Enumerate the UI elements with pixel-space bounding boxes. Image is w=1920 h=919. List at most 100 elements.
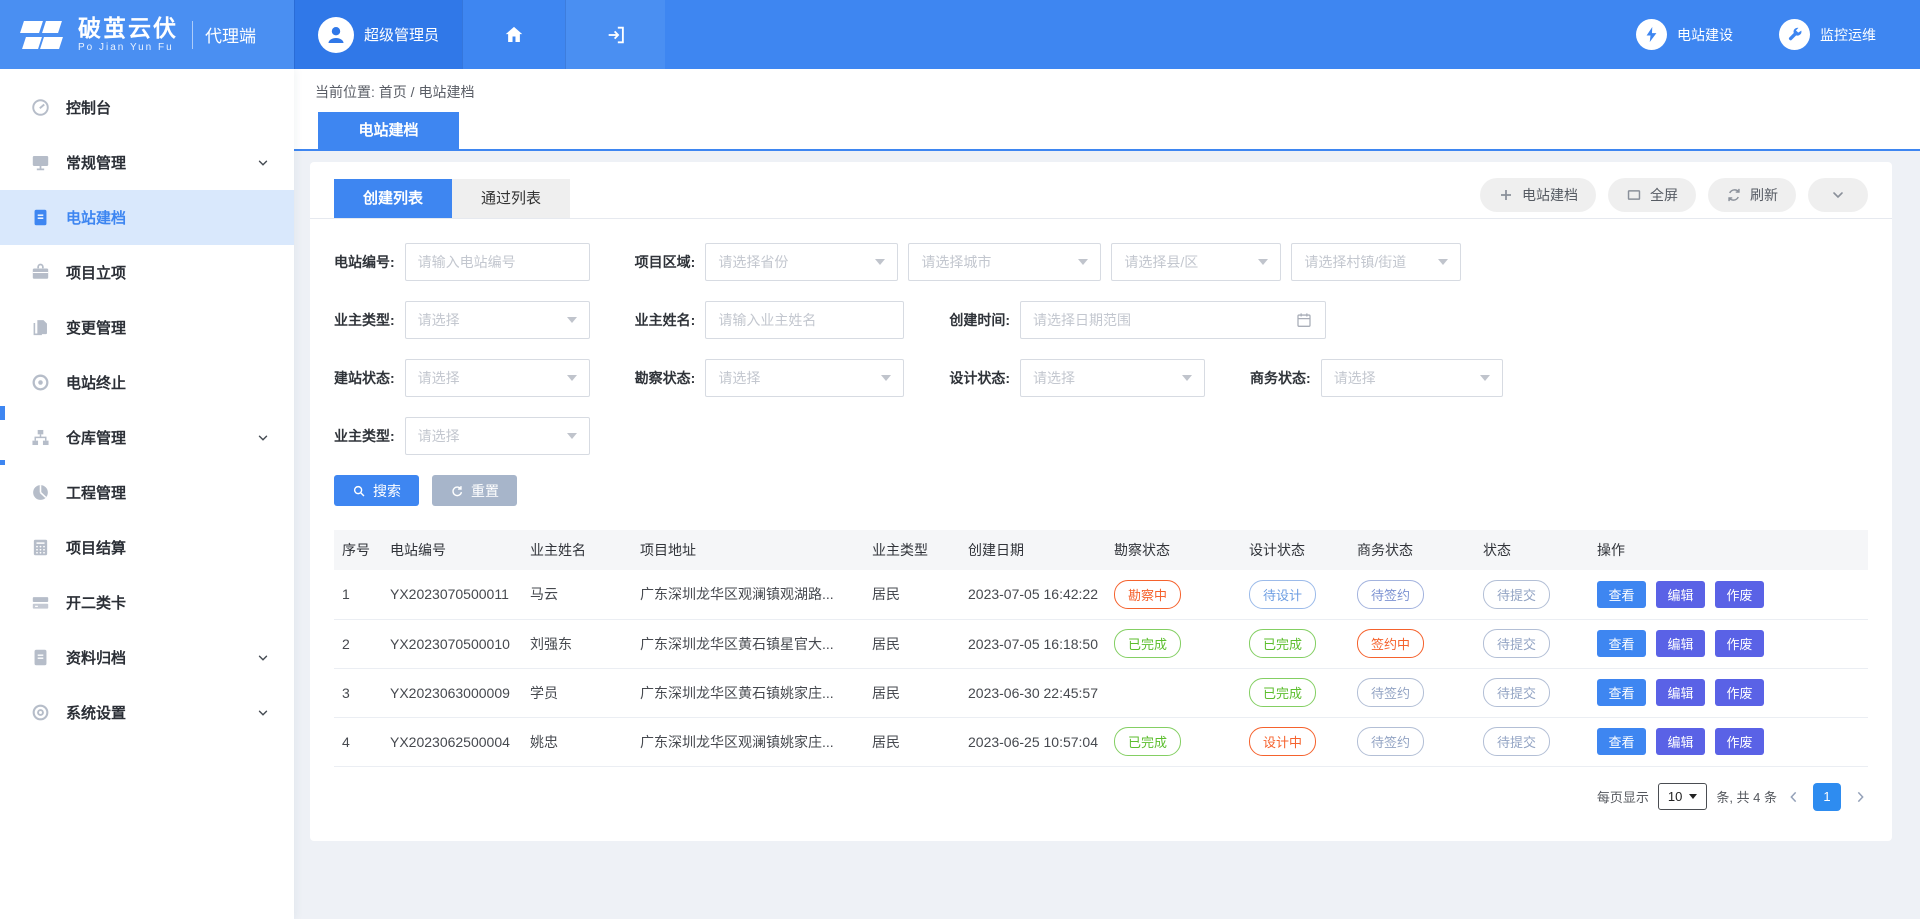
caret-down-icon [1438, 259, 1448, 265]
fullscreen-button[interactable]: 全屏 [1608, 178, 1696, 212]
edit-button[interactable]: 编辑 [1656, 581, 1705, 608]
owner-type2-select[interactable]: 请选择 [405, 417, 590, 455]
header-nav-lightning[interactable]: 电站建设 [1636, 19, 1733, 50]
placeholder-text: 请选择 [718, 368, 873, 388]
edit-button[interactable]: 编辑 [1656, 728, 1705, 755]
caret-down-icon [1480, 375, 1490, 381]
refresh-button[interactable]: 刷新 [1708, 178, 1796, 212]
search-button[interactable]: 搜索 [334, 475, 419, 506]
user-name: 超级管理员 [364, 24, 439, 45]
edit-button[interactable]: 编辑 [1656, 630, 1705, 657]
void-button[interactable]: 作废 [1715, 630, 1764, 657]
void-button[interactable]: 作废 [1715, 728, 1764, 755]
owner-type-select[interactable]: 请选择 [405, 301, 590, 339]
table-wrap: 序号电站编号业主姓名项目地址业主类型创建日期勘察状态设计状态商务状态状态操作1Y… [310, 506, 1892, 767]
home-button[interactable] [462, 0, 565, 69]
sidebar-item-general-mgmt[interactable]: 常规管理 [0, 135, 294, 190]
filter-label: 项目区域: [635, 252, 696, 272]
table-row: 4YX2023062500004姚忠广东深圳龙华区观澜镇姚家庄...居民2023… [334, 717, 1868, 766]
placeholder-text: 请选择省份 [718, 252, 867, 272]
per-page-select[interactable]: 10 [1658, 783, 1707, 810]
toolbar-label: 刷新 [1750, 185, 1778, 205]
sidebar-item-label: 变更管理 [66, 317, 270, 338]
sidebar-item-console[interactable]: 控制台 [0, 80, 294, 135]
filter-field: 设计状态: 请选择 [949, 359, 1205, 397]
edit-button[interactable]: 编辑 [1656, 679, 1705, 706]
business-status-select[interactable]: 请选择 [1321, 359, 1503, 397]
sidebar-item-label: 电站建档 [66, 207, 270, 228]
cell-owner-name: 学员 [522, 668, 632, 717]
logout-button[interactable] [565, 0, 665, 69]
gauge-icon [30, 97, 51, 118]
caret-down-icon [1078, 259, 1088, 265]
page-tab-station-archive[interactable]: 电站建档 [318, 112, 459, 149]
design-status-select[interactable]: 请选择 [1020, 359, 1205, 397]
document2-icon [30, 647, 51, 668]
user-menu[interactable]: 超级管理员 [294, 0, 462, 69]
gear-icon [30, 702, 51, 723]
sidebar-item-label: 资料归档 [66, 647, 256, 668]
sidebar-item-label: 仓库管理 [66, 427, 256, 448]
cell-station-code: YX2023070500011 [382, 570, 522, 619]
sidebar-item-station-stop[interactable]: 电站终止 [0, 355, 294, 410]
create-station-button[interactable]: 电站建档 [1480, 178, 1596, 212]
column-header: 项目地址 [632, 530, 864, 570]
placeholder-text: 请选择 [418, 368, 559, 388]
sidebar-item-warehouse-mgmt[interactable]: 仓库管理 [0, 410, 294, 465]
district-select[interactable]: 请选择县/区 [1111, 243, 1281, 281]
void-button[interactable]: 作废 [1715, 679, 1764, 706]
status-badge: 待提交 [1483, 727, 1550, 756]
filter-label: 设计状态: [949, 368, 1010, 388]
filter-label: 业主类型: [334, 426, 395, 446]
void-button[interactable]: 作废 [1715, 581, 1764, 608]
survey-status-select[interactable]: 请选择 [705, 359, 904, 397]
breadcrumb-home[interactable]: 首页 [379, 84, 407, 100]
sidebar-item-system-settings[interactable]: 系统设置 [0, 685, 294, 740]
sidebar-item-project-mgmt[interactable]: 工程管理 [0, 465, 294, 520]
wrench-icon [1779, 19, 1810, 50]
view-button[interactable]: 查看 [1597, 581, 1646, 608]
panel-tabs: 创建列表通过列表 [334, 179, 570, 218]
reset-button[interactable]: 重置 [432, 475, 517, 506]
placeholder-text: 请选择 [418, 310, 559, 330]
caret-down-icon [1182, 375, 1192, 381]
collapse-button[interactable] [1808, 178, 1868, 212]
pagination: 每页显示10条, 共 4 条1 [310, 767, 1892, 811]
city-select[interactable]: 请选择城市 [908, 243, 1101, 281]
cell-address: 广东深圳龙华区观澜镇姚家庄... [632, 717, 864, 766]
sidebar-item-data-archive[interactable]: 资料归档 [0, 630, 294, 685]
status-badge: 勘察中 [1114, 580, 1181, 609]
sidebar-item-label: 电站终止 [66, 372, 270, 393]
cell-created: 2023-06-30 22:45:57 [960, 668, 1106, 717]
chevron-down-icon [256, 651, 270, 665]
build-status-select[interactable]: 请选择 [405, 359, 590, 397]
province-select[interactable]: 请选择省份 [705, 243, 898, 281]
prev-page-button[interactable] [1786, 789, 1802, 805]
view-button[interactable]: 查看 [1597, 728, 1646, 755]
sidebar-item-project-settle[interactable]: 项目结算 [0, 520, 294, 575]
header-nav-label: 电站建设 [1677, 25, 1733, 45]
logo: 破茧云伏 Po Jian Yun Fu 代理端 [0, 0, 294, 69]
placeholder-text: 请输入电站编号 [418, 252, 577, 272]
sidebar-item-type2-card[interactable]: 开二类卡 [0, 575, 294, 630]
sidebar-item-station-archive[interactable]: 电站建档 [0, 190, 294, 245]
view-button[interactable]: 查看 [1597, 630, 1646, 657]
owner-name-input[interactable]: 请输入业主姓名 [705, 301, 904, 339]
sidebar-item-project-setup[interactable]: 项目立项 [0, 245, 294, 300]
status-badge: 已完成 [1114, 727, 1181, 756]
sidebar-item-change-mgmt[interactable]: 变更管理 [0, 300, 294, 355]
created-range-input[interactable]: 请选择日期范围 [1020, 301, 1326, 339]
panel-tab-create-list[interactable]: 创建列表 [334, 179, 452, 218]
column-header: 业主类型 [864, 530, 960, 570]
view-button[interactable]: 查看 [1597, 679, 1646, 706]
logo-divider [192, 21, 193, 49]
station-code-input[interactable]: 请输入电站编号 [405, 243, 590, 281]
next-page-button[interactable] [1852, 789, 1868, 805]
panel-tab-passed-list[interactable]: 通过列表 [452, 179, 570, 218]
placeholder-text: 请输入业主姓名 [718, 310, 891, 330]
placeholder-text: 请选择 [418, 426, 559, 446]
town-select[interactable]: 请选择村镇/街道 [1291, 243, 1461, 281]
header-nav-wrench[interactable]: 监控运维 [1779, 19, 1876, 50]
placeholder-text: 请选择村镇/街道 [1304, 252, 1430, 272]
page-number-button[interactable]: 1 [1813, 783, 1841, 811]
